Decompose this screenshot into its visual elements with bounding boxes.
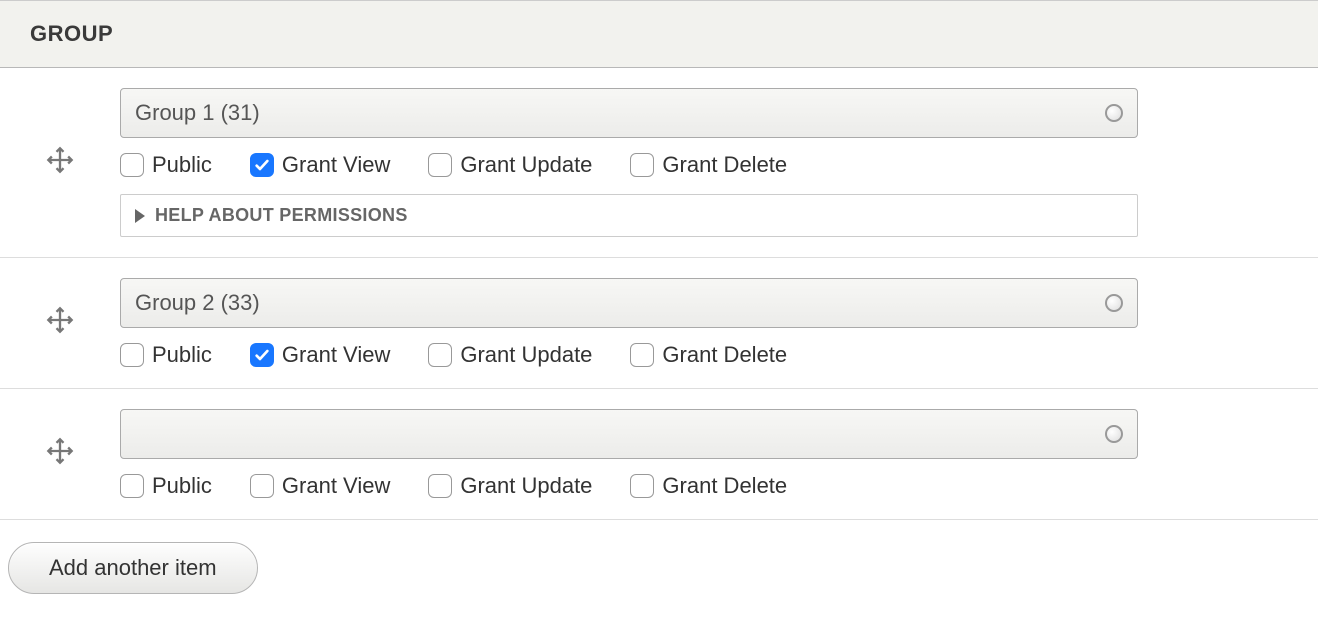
move-icon [46, 437, 74, 471]
move-icon [46, 306, 74, 340]
grant-delete-checkbox[interactable]: Grant Delete [630, 342, 787, 368]
checkbox-label: Grant Delete [662, 152, 787, 178]
checkbox-label: Public [152, 152, 212, 178]
drag-handle[interactable] [0, 146, 120, 180]
checkbox-label: Public [152, 473, 212, 499]
checkbox-label: Grant View [282, 342, 390, 368]
grant-view-checkbox[interactable]: Grant View [250, 342, 390, 368]
checkbox-box [250, 153, 274, 177]
row-content: Public Grant View Grant Update Grant Delete [120, 409, 1318, 499]
checkbox-label: Grant Delete [662, 473, 787, 499]
checkbox-label: Public [152, 342, 212, 368]
checkbox-label: Grant Update [460, 152, 592, 178]
help-label: HELP ABOUT PERMISSIONS [155, 205, 408, 226]
checkbox-label: Grant View [282, 152, 390, 178]
checkbox-label: Grant View [282, 473, 390, 499]
group-row: Group 1 (31) Public Grant View Grant Update… [0, 68, 1318, 258]
grant-delete-checkbox[interactable]: Grant Delete [630, 473, 787, 499]
row-content: Group 2 (33) Public Grant View Grant Update… [120, 278, 1318, 368]
footer: Add another item [0, 520, 1318, 616]
checkbox-box [250, 343, 274, 367]
disclosure-triangle-icon [135, 209, 145, 223]
group-header-title: GROUP [30, 21, 113, 46]
checkbox-box [630, 474, 654, 498]
checkbox-box [250, 474, 274, 498]
checkbox-label: Grant Update [460, 342, 592, 368]
public-checkbox[interactable]: Public [120, 473, 212, 499]
permission-checkboxes: Public Grant View Grant Update Grant Delete [120, 473, 1138, 499]
checkbox-box [428, 474, 452, 498]
checkbox-box [120, 153, 144, 177]
grant-update-checkbox[interactable]: Grant Update [428, 473, 592, 499]
drag-handle[interactable] [0, 437, 120, 471]
checkbox-box [428, 343, 452, 367]
dropdown-indicator-icon [1105, 294, 1123, 312]
checkbox-label: Grant Delete [662, 342, 787, 368]
group-row: Group 2 (33) Public Grant View Grant Update… [0, 258, 1318, 389]
move-icon [46, 146, 74, 180]
row-content: Group 1 (31) Public Grant View Grant Update… [120, 88, 1318, 237]
grant-update-checkbox[interactable]: Grant Update [428, 342, 592, 368]
checkbox-label: Grant Update [460, 473, 592, 499]
checkbox-box [630, 153, 654, 177]
checkbox-box [120, 343, 144, 367]
grant-view-checkbox[interactable]: Grant View [250, 152, 390, 178]
group-header: GROUP [0, 0, 1318, 68]
permission-checkboxes: Public Grant View Grant Update Grant Delete [120, 152, 1138, 178]
checkbox-box [120, 474, 144, 498]
dropdown-indicator-icon [1105, 104, 1123, 122]
checkbox-box [428, 153, 452, 177]
help-about-permissions[interactable]: HELP ABOUT PERMISSIONS [120, 194, 1138, 237]
add-another-item-button[interactable]: Add another item [8, 542, 258, 594]
public-checkbox[interactable]: Public [120, 152, 212, 178]
grant-update-checkbox[interactable]: Grant Update [428, 152, 592, 178]
group-row: Public Grant View Grant Update Grant Delete [0, 389, 1318, 520]
grant-delete-checkbox[interactable]: Grant Delete [630, 152, 787, 178]
drag-handle[interactable] [0, 306, 120, 340]
checkbox-box [630, 343, 654, 367]
group-select[interactable]: Group 1 (31) [120, 88, 1138, 138]
group-select[interactable] [120, 409, 1138, 459]
group-select-value: Group 2 (33) [135, 290, 260, 316]
group-select-value: Group 1 (31) [135, 100, 260, 126]
dropdown-indicator-icon [1105, 425, 1123, 443]
group-select[interactable]: Group 2 (33) [120, 278, 1138, 328]
grant-view-checkbox[interactable]: Grant View [250, 473, 390, 499]
permission-checkboxes: Public Grant View Grant Update Grant Delete [120, 342, 1138, 368]
public-checkbox[interactable]: Public [120, 342, 212, 368]
